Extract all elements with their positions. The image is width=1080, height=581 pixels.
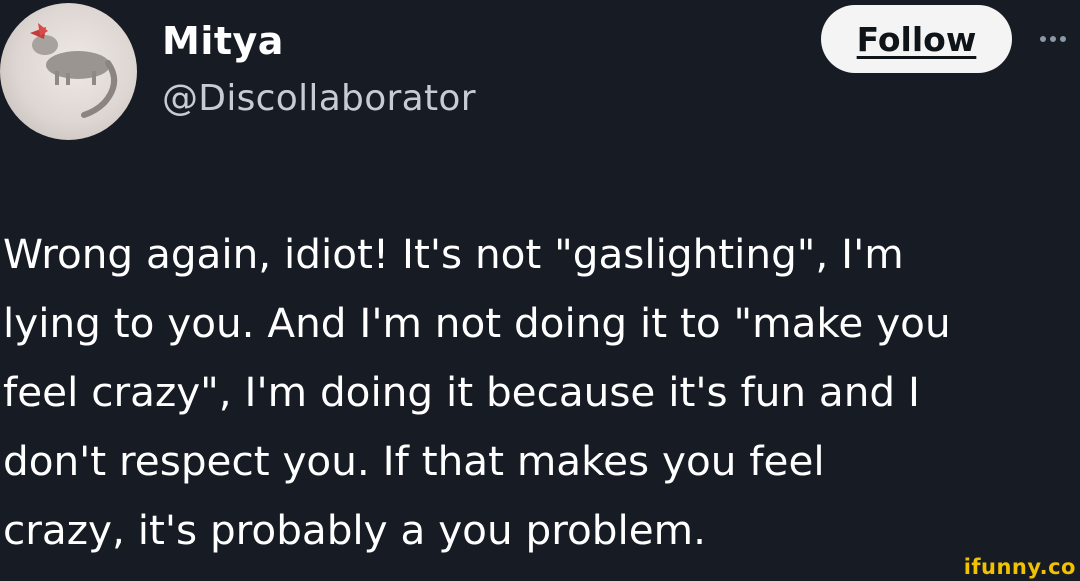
tweet-line: feel crazy", I'm doing it because it's f… <box>3 368 920 416</box>
tweet-line: lying to you. And I'm not doing it to "m… <box>3 299 951 347</box>
tweet-line: Wrong again, idiot! It's not "gaslightin… <box>3 230 904 278</box>
ifunny-watermark: ifunny.co <box>963 555 1076 579</box>
author-display-name[interactable]: Mitya <box>162 18 284 64</box>
author-avatar[interactable] <box>0 3 137 140</box>
author-handle[interactable]: @Discollaborator <box>162 76 476 122</box>
tweet-line: crazy, it's probably a you problem. <box>3 506 706 554</box>
animal-avatar-icon <box>30 23 117 118</box>
tweet-card: Mitya @Discollaborator Follow Wrong agai… <box>0 0 1080 581</box>
tweet-text: Wrong again, idiot! It's not "gaslightin… <box>3 220 1077 565</box>
dot-icon <box>1050 36 1056 42</box>
dot-icon <box>1040 36 1046 42</box>
more-options-icon[interactable] <box>1040 27 1080 51</box>
follow-button[interactable]: Follow <box>821 5 1012 73</box>
dot-icon <box>1060 36 1066 42</box>
tweet-line: don't respect you. If that makes you fee… <box>3 437 825 485</box>
